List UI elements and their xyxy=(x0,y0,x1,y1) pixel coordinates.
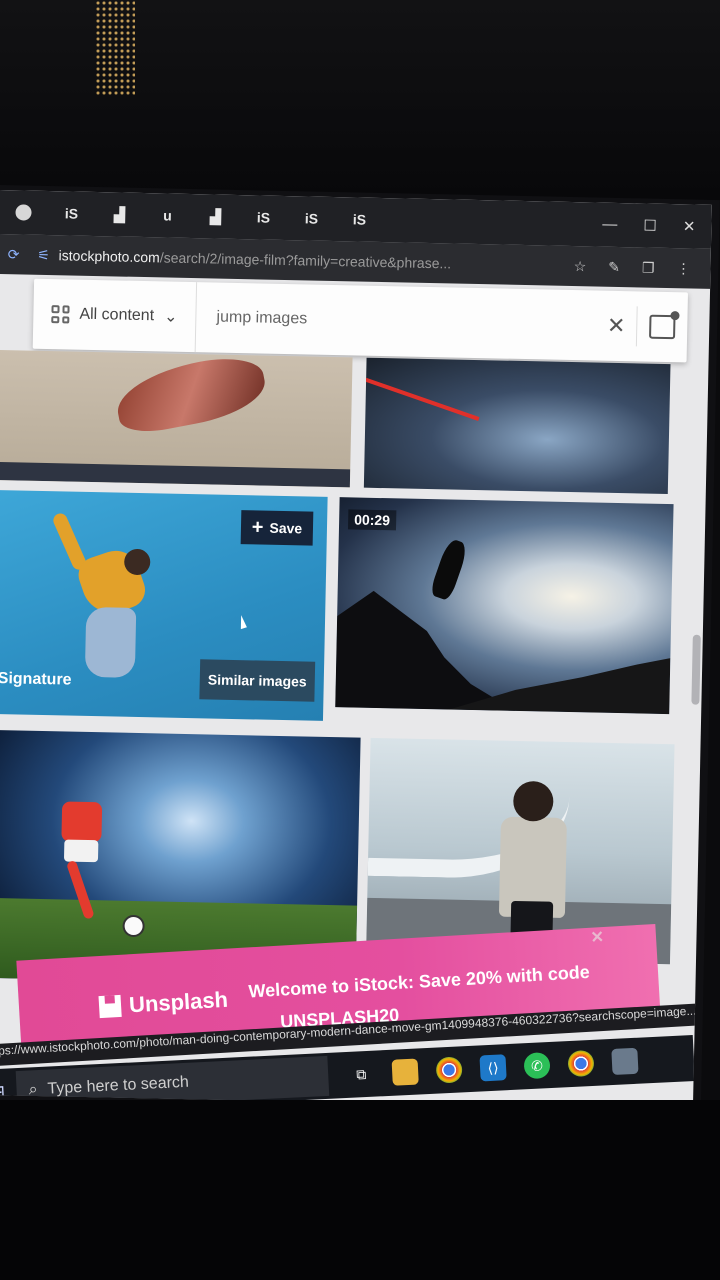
task-view-icon[interactable]: ⧉ xyxy=(348,1061,375,1088)
content-filter-label: All content xyxy=(79,305,155,325)
maximize-icon[interactable]: ☐ xyxy=(643,216,657,234)
chevron-down-icon: ⌄ xyxy=(163,308,178,326)
tab-label: iS xyxy=(304,210,319,227)
signature-badge: Signature xyxy=(0,670,72,689)
reload-icon[interactable]: ⟳ xyxy=(0,245,29,263)
visual-search-button[interactable] xyxy=(635,306,688,348)
save-button[interactable]: + Save xyxy=(240,510,314,546)
mouse-cursor-icon xyxy=(240,615,248,630)
video-duration-badge: 00:29 xyxy=(347,509,397,531)
bookmark-star-icon[interactable]: ☆ xyxy=(573,258,587,275)
content-filter-dropdown[interactable]: All content ⌄ xyxy=(32,278,198,353)
tab-label: iS xyxy=(256,209,271,226)
promo-close-icon[interactable]: ✕ xyxy=(590,927,605,948)
tab-label: iS xyxy=(352,211,367,228)
browser-tab[interactable]: ▟ xyxy=(191,201,240,232)
file-explorer-icon[interactable] xyxy=(391,1058,419,1086)
taskbar-pinned-apps: ⧉ ⟨⟩ ✆ xyxy=(348,1047,639,1088)
promo-brand: Unsplash xyxy=(98,986,229,1020)
url-field[interactable]: istockphoto.com/search/2/image-film?fami… xyxy=(58,247,553,273)
clear-search-icon[interactable]: ✕ xyxy=(596,313,637,340)
unsplash-tab-icon: ▟ xyxy=(113,205,126,223)
app-icon[interactable] xyxy=(611,1047,639,1075)
whatsapp-icon[interactable]: ✆ xyxy=(523,1052,551,1080)
browser-tab[interactable]: u xyxy=(143,200,192,231)
taskbar-search-placeholder: Type here to search xyxy=(47,1073,190,1098)
tab-label: u xyxy=(163,207,172,224)
browser-tab[interactable]: iS xyxy=(239,202,288,233)
profile-dot-icon xyxy=(15,204,32,221)
unsplash-tab-icon: ▟ xyxy=(209,207,222,225)
browser-tab[interactable] xyxy=(0,197,48,228)
search-input[interactable]: jump images xyxy=(196,308,596,334)
minimize-icon[interactable]: — xyxy=(602,216,617,234)
grid-icon xyxy=(51,305,70,324)
vscode-icon[interactable]: ⟨⟩ xyxy=(479,1054,507,1082)
plus-icon: + xyxy=(251,516,264,539)
unsplash-logo-icon xyxy=(98,994,122,1019)
extension-icon[interactable]: ✎ xyxy=(608,258,620,275)
chrome-icon[interactable] xyxy=(435,1056,463,1084)
result-image-fabric[interactable] xyxy=(0,349,353,488)
browser-tab[interactable]: iS xyxy=(287,203,336,234)
scrollbar-thumb[interactable] xyxy=(691,634,701,705)
url-host: istockphoto.com xyxy=(58,247,160,266)
istock-search-bar: All content ⌄ jump images ✕ xyxy=(32,278,689,363)
menu-dots-icon[interactable]: ⋮ xyxy=(676,260,690,277)
close-window-icon[interactable]: ✕ xyxy=(683,217,696,235)
chrome-profile-icon[interactable] xyxy=(567,1049,595,1078)
similar-images-button[interactable]: Similar images xyxy=(199,659,316,702)
string-lights xyxy=(95,0,135,95)
save-label: Save xyxy=(269,519,303,537)
browser-tab[interactable]: ▟ xyxy=(95,199,144,230)
result-image-canyoning[interactable] xyxy=(363,357,671,495)
promo-message: Welcome to iStock: Save 20% with code xyxy=(247,961,591,1002)
monitor-screen: iS ▟ u ▟ iS iS iS — ☐ ✕ ⟳ ⚟ istockphoto.… xyxy=(0,190,712,1110)
room-background xyxy=(0,0,720,200)
address-bar-actions: ☆ ✎ ❒ ⋮ xyxy=(554,257,711,277)
site-info-icon[interactable]: ⚟ xyxy=(28,246,58,264)
extensions-puzzle-icon[interactable]: ❒ xyxy=(642,259,655,276)
url-path: /search/2/image-film?family=creative&phr… xyxy=(159,249,452,272)
desk-background xyxy=(0,1100,720,1280)
promo-brand-name: Unsplash xyxy=(128,986,229,1018)
browser-tab[interactable]: iS xyxy=(335,204,384,235)
tab-label: iS xyxy=(64,205,79,222)
window-controls: — ☐ ✕ xyxy=(602,216,711,236)
browser-tab[interactable]: iS xyxy=(47,198,96,229)
image-search-icon xyxy=(649,314,676,340)
